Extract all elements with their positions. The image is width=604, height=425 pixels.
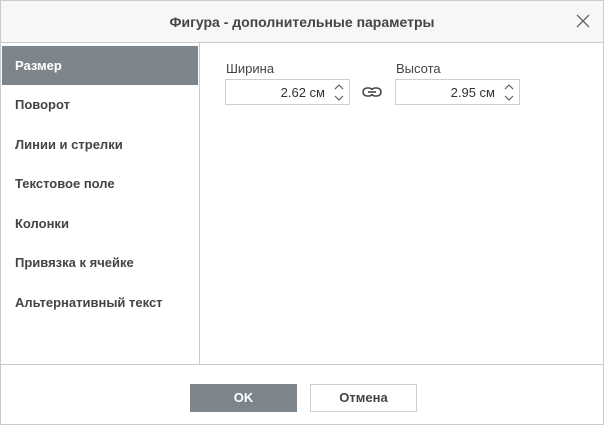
height-input[interactable]: 2.95 см <box>451 85 495 100</box>
sidebar-item-size[interactable]: Размер <box>2 46 198 85</box>
chevron-up-icon[interactable] <box>333 82 345 92</box>
sidebar: Размер Поворот Линии и стрелки Текстовое… <box>1 43 200 364</box>
width-input[interactable]: 2.62 см <box>281 85 325 100</box>
sidebar-item-rotation[interactable]: Поворот <box>2 85 198 124</box>
width-spinner[interactable]: 2.62 см <box>225 79 350 105</box>
dialog-titlebar: Фигура - дополнительные параметры <box>1 1 603 43</box>
size-panel: Ширина 2.62 см Высота 2.95 см <box>201 43 603 364</box>
shape-advanced-settings-dialog: Фигура - дополнительные параметры Размер… <box>0 0 604 425</box>
close-icon[interactable] <box>575 13 591 29</box>
sidebar-item-alt-text[interactable]: Альтернативный текст <box>2 283 198 322</box>
chevron-down-icon[interactable] <box>333 93 345 103</box>
sidebar-item-columns[interactable]: Колонки <box>2 204 198 243</box>
chevron-up-icon[interactable] <box>503 82 515 92</box>
height-label: Высота <box>396 61 441 76</box>
sidebar-item-lines-arrows[interactable]: Линии и стрелки <box>2 125 198 164</box>
height-spin-arrows <box>503 82 515 104</box>
cancel-button[interactable]: Отмена <box>310 384 417 412</box>
sidebar-item-cell-snapping[interactable]: Привязка к ячейке <box>2 243 198 282</box>
link-icon[interactable] <box>362 86 382 98</box>
height-spinner[interactable]: 2.95 см <box>395 79 520 105</box>
sidebar-item-text-box[interactable]: Текстовое поле <box>2 164 198 203</box>
width-spin-arrows <box>333 82 345 104</box>
width-label: Ширина <box>226 61 275 76</box>
dialog-title: Фигура - дополнительные параметры <box>169 14 435 30</box>
dialog-footer: OK Отмена <box>1 364 603 424</box>
chevron-down-icon[interactable] <box>503 93 515 103</box>
ok-button[interactable]: OK <box>190 384 297 412</box>
